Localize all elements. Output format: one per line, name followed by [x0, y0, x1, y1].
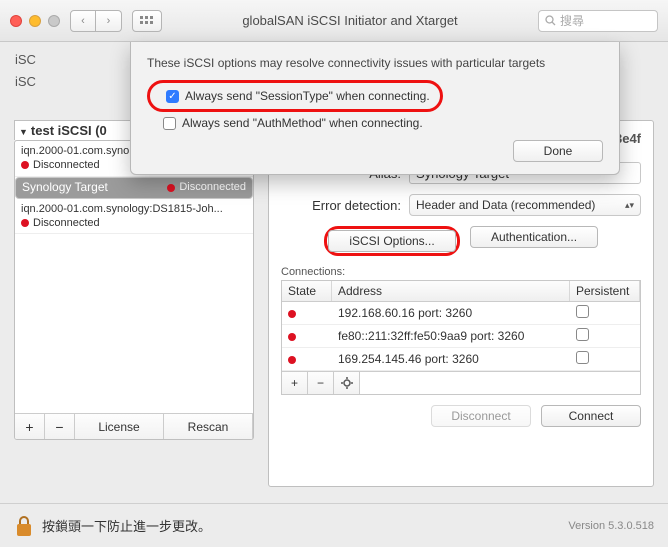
bottom-bar: 按鎖頭一下防止進一步更改。 Version 5.3.0.518	[0, 503, 668, 547]
window-controls	[10, 15, 60, 27]
done-button[interactable]: Done	[513, 140, 603, 162]
target-iqn: iqn.2000-01.com.synology:DS1815-Joh...	[21, 202, 247, 216]
status-dot-icon	[288, 310, 296, 318]
status-dot-icon	[21, 219, 29, 227]
window-title: globalSAN iSCSI Initiator and Xtarget	[172, 13, 528, 28]
target-status: Disconnected	[33, 217, 100, 229]
conn-address: fe80::211:32ff:fe50:9aa9 port: 3260	[332, 326, 570, 346]
target-status: Disconnected	[33, 159, 100, 171]
table-header: State Address Persistent	[282, 281, 640, 302]
sessiontype-label: Always send "SessionType" when connectin…	[185, 89, 430, 103]
license-button[interactable]: License	[75, 414, 164, 439]
lock-text: 按鎖頭一下防止進一步更改。	[42, 516, 211, 535]
remove-connection-button[interactable]: −	[308, 372, 334, 394]
persistent-checkbox[interactable]	[576, 305, 589, 318]
error-detection-select[interactable]: Header and Data (recommended) ▴▾	[409, 194, 641, 216]
show-all-button[interactable]	[132, 10, 162, 32]
iscsi-options-sheet: These iSCSI options may resolve connecti…	[130, 42, 620, 175]
connect-button[interactable]: Connect	[541, 405, 641, 427]
table-row[interactable]: 192.168.60.16 port: 3260	[282, 302, 640, 325]
authmethod-checkbox[interactable]	[163, 117, 176, 130]
zoom-icon	[48, 15, 60, 27]
table-footer: + −	[282, 371, 640, 394]
sessiontype-checkbox[interactable]: ✓	[166, 90, 179, 103]
conn-address: 192.168.60.16 port: 3260	[332, 303, 570, 323]
rescan-button[interactable]: Rescan	[164, 414, 253, 439]
status-dot-icon	[21, 161, 29, 169]
search-icon	[545, 15, 556, 26]
connections-table: State Address Persistent 192.168.60.16 p…	[281, 280, 641, 395]
add-target-button[interactable]: +	[15, 414, 45, 439]
sheet-hint: These iSCSI options may resolve connecti…	[147, 56, 603, 70]
persistent-checkbox[interactable]	[576, 328, 589, 341]
target-iqn: Synology Target	[22, 180, 108, 196]
target-item-selected[interactable]: Synology Target Disconnected	[15, 177, 253, 199]
version-label: Version 5.3.0.518	[568, 520, 654, 532]
authentication-button[interactable]: Authentication...	[470, 226, 598, 248]
remove-target-button[interactable]: −	[45, 414, 75, 439]
gear-icon	[341, 377, 353, 389]
col-persistent[interactable]: Persistent	[570, 281, 640, 301]
connection-settings-button[interactable]	[334, 372, 360, 394]
iscsi-options-button[interactable]: iSCSI Options...	[328, 230, 456, 252]
col-state[interactable]: State	[282, 281, 332, 301]
add-connection-button[interactable]: +	[282, 372, 308, 394]
authmethod-label: Always send "AuthMethod" when connecting…	[182, 116, 423, 130]
search-placeholder: 搜尋	[560, 12, 584, 29]
status-dot-icon	[288, 356, 296, 364]
toolbar-tabs: iSC iSC	[0, 42, 150, 96]
table-row[interactable]: fe80::211:32ff:fe50:9aa9 port: 3260	[282, 325, 640, 348]
back-button[interactable]: ‹	[70, 10, 96, 32]
lock-icon[interactable]	[14, 515, 34, 537]
highlight-ring: iSCSI Options...	[324, 226, 460, 256]
chevron-updown-icon: ▴▾	[625, 200, 634, 211]
forward-button[interactable]: ›	[96, 10, 122, 32]
target-status: Disconnected	[179, 181, 246, 193]
col-address[interactable]: Address	[332, 281, 570, 301]
connections-label: Connections:	[281, 266, 641, 278]
status-dot-icon	[167, 184, 175, 192]
titlebar: ‹ › globalSAN iSCSI Initiator and Xtarge…	[0, 0, 668, 42]
conn-address: 169.254.145.46 port: 3260	[332, 349, 570, 369]
disconnect-button: Disconnect	[431, 405, 531, 427]
sidebar-footer: + − License Rescan	[15, 413, 253, 439]
search-input[interactable]: 搜尋	[538, 10, 658, 32]
grid-icon	[140, 16, 154, 26]
error-detection-label: Error detection:	[281, 198, 401, 213]
minimize-icon[interactable]	[29, 15, 41, 27]
table-row[interactable]: 169.254.145.46 port: 3260	[282, 348, 640, 371]
detail-panel: 3c3633e4f Alias: Synology Target Error d…	[268, 120, 654, 487]
target-sidebar: iqn.2000-01.com.synology:DS1815-Jon... D…	[14, 140, 254, 440]
target-item[interactable]: iqn.2000-01.com.synology:DS1815-Joh... D…	[15, 199, 253, 235]
close-icon[interactable]	[10, 15, 22, 27]
persistent-checkbox[interactable]	[576, 351, 589, 364]
status-dot-icon	[288, 333, 296, 341]
highlight-ring: ✓ Always send "SessionType" when connect…	[147, 80, 443, 112]
nav-segment: ‹ ›	[70, 10, 122, 32]
